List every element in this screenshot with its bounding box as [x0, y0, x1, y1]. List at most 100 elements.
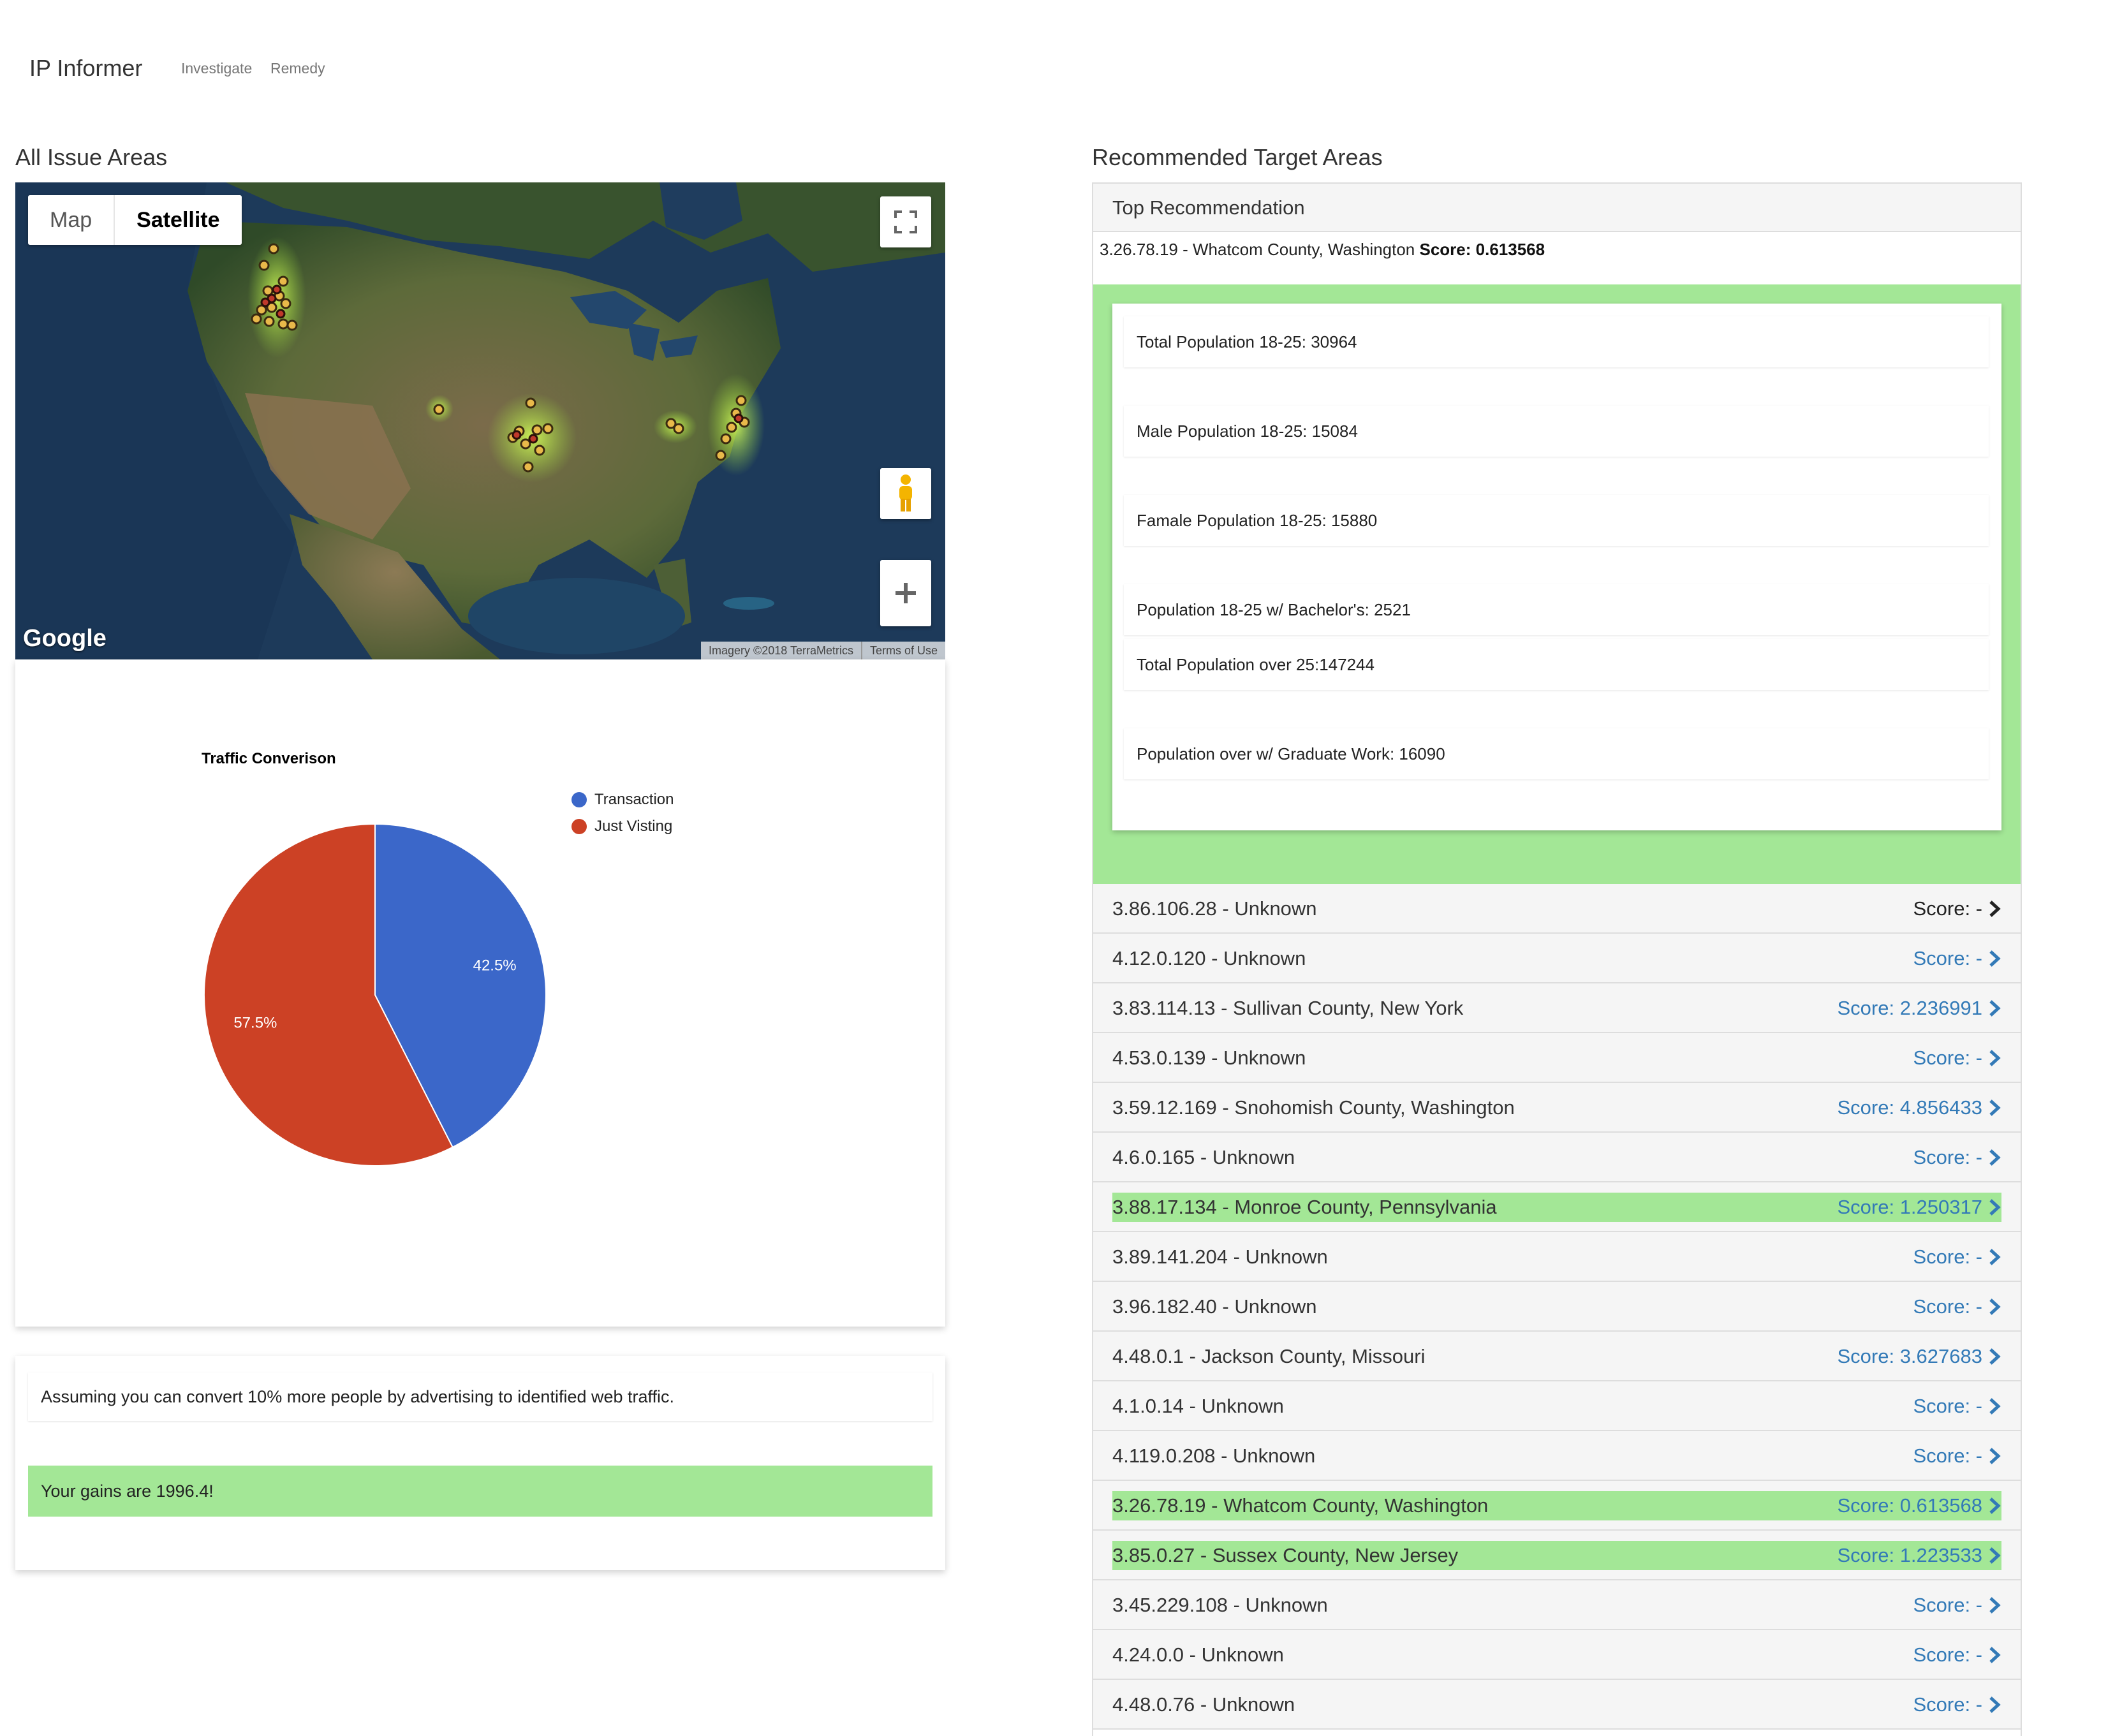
legend-label-transaction: Transaction [594, 791, 674, 808]
google-logo: Google [23, 625, 107, 652]
ip-row-score[interactable]: Score: - [1913, 1395, 2001, 1418]
map-type-map-button[interactable]: Map [28, 195, 114, 245]
ip-row-score[interactable]: Score: - [1913, 1644, 2001, 1666]
chevron-right-icon [1989, 1000, 2001, 1017]
ip-row-score[interactable]: Score: 1.223533 [1837, 1544, 2001, 1567]
ip-row-content: 4.12.0.120 - Unknown Score: - [1112, 944, 2001, 973]
zoom-in-button[interactable] [880, 560, 931, 626]
ip-row-score[interactable]: Score: - [1913, 1047, 2001, 1070]
ip-row-content: 3.96.182.40 - Unknown Score: - [1112, 1292, 2001, 1321]
conversion-assumption: Assuming you can convert 10% more people… [28, 1372, 932, 1421]
ip-row[interactable]: 4.53.0.139 - Unknown Score: - [1093, 1033, 2021, 1083]
chevron-right-icon [1989, 1348, 2001, 1365]
ip-row-content: 4.6.0.165 - Unknown Score: - [1112, 1143, 2001, 1172]
ip-row-score-text: Score: - [1913, 1295, 1982, 1318]
issue-areas-title: All Issue Areas [15, 144, 168, 170]
ip-row-score-text: Score: - [1913, 1146, 1982, 1168]
fullscreen-button[interactable] [880, 196, 931, 247]
ip-row-score-text: Score: - [1913, 897, 1982, 920]
ip-row[interactable]: 3.88.17.134 - Monroe County, Pennsylvani… [1093, 1182, 2021, 1232]
chevron-right-icon [1989, 1050, 2001, 1066]
ip-row[interactable]: 3.96.182.40 - Unknown Score: - [1093, 1282, 2021, 1332]
stat-bachelors-population: Population 18-25 w/ Bachelor's: 2521 [1124, 584, 1989, 635]
ip-row-score-text: Score: - [1913, 1445, 1982, 1467]
ip-row-label: 3.26.78.19 - Whatcom County, Washington [1112, 1494, 1489, 1517]
gains-card: Assuming you can convert 10% more people… [15, 1356, 945, 1570]
ip-row-content: 3.59.12.169 - Snohomish County, Washingt… [1112, 1093, 2001, 1122]
legend-swatch-just-visiting [571, 819, 587, 834]
ip-row[interactable]: 3.45.229.108 - Unknown Score: - [1093, 1580, 2021, 1630]
ip-row-label: 3.85.0.27 - Sussex County, New Jersey [1112, 1544, 1459, 1566]
street-view-button[interactable] [880, 468, 931, 519]
ip-row-score[interactable]: Score: - [1913, 947, 2001, 970]
target-areas-title: Recommended Target Areas [1092, 144, 1383, 170]
ip-row[interactable]: 4.6.0.165 - Unknown Score: - [1093, 1133, 2021, 1182]
ip-row[interactable]: 4.119.0.208 - Unknown Score: - [1093, 1431, 2021, 1481]
chevron-right-icon [1989, 1448, 2001, 1464]
stat-graduate-population: Population over w/ Graduate Work: 16090 [1124, 728, 1989, 779]
ip-row[interactable]: 4.48.0.76 - Unknown Score: - [1093, 1680, 2021, 1730]
ip-row-score[interactable]: Score: - [1913, 897, 2001, 920]
ip-row-score[interactable]: Score: - [1913, 1146, 2001, 1169]
ip-row-score-text: Score: 1.223533 [1837, 1544, 1982, 1566]
ip-row-label: 3.89.141.204 - Unknown [1112, 1246, 1328, 1268]
ip-row-score[interactable]: Score: - [1913, 1594, 2001, 1617]
ip-row-content: 3.26.78.19 - Whatcom County, Washington S… [1112, 1491, 2001, 1520]
chevron-right-icon [1989, 1547, 2001, 1564]
pegman-icon [899, 474, 912, 511]
ip-row-score-text: Score: - [1913, 1644, 1982, 1666]
ip-row-score[interactable]: Score: - [1913, 1693, 2001, 1716]
ip-row[interactable]: 3.83.114.13 - Sullivan County, New York S… [1093, 983, 2021, 1033]
ip-row-score-text: Score: 0.613568 [1837, 1494, 1982, 1517]
ip-row[interactable]: 4.24.0.0 - Unknown Score: - [1093, 1630, 2021, 1680]
ip-row-content: 4.48.0.76 - Unknown Score: - [1112, 1690, 2001, 1719]
ip-row-score[interactable]: Score: 2.236991 [1837, 997, 2001, 1020]
ip-row-content: 4.1.0.14 - Unknown Score: - [1112, 1392, 2001, 1421]
ip-row-content: 3.89.141.204 - Unknown Score: - [1112, 1242, 2001, 1272]
ip-row[interactable]: 3.86.106.28 - Unknown Score: - [1093, 884, 2021, 934]
ip-row-score-text: Score: 3.627683 [1837, 1345, 1982, 1367]
nav-link-remedy[interactable]: Remedy [270, 60, 325, 77]
map-type-satellite-button[interactable]: Satellite [115, 195, 241, 245]
ip-row-score[interactable]: Score: 1.250317 [1837, 1196, 2001, 1219]
ip-row[interactable]: 3.26.78.19 - Whatcom County, Washington S… [1093, 1481, 2021, 1531]
chevron-right-icon [1989, 1100, 2001, 1116]
ip-row-score-text: Score: - [1913, 1047, 1982, 1069]
map-attribution: Imagery ©2018 TerraMetrics Terms of Use [700, 642, 945, 659]
ip-row-score[interactable]: Score: 4.856433 [1837, 1096, 2001, 1119]
chevron-right-icon [1989, 1597, 2001, 1614]
ip-row[interactable]: 3.89.141.204 - Unknown Score: - [1093, 1232, 2021, 1282]
ip-row-score[interactable]: Score: - [1913, 1295, 2001, 1318]
chevron-right-icon [1989, 1298, 2001, 1315]
ip-row[interactable]: 4.1.0.14 - Unknown Score: - [1093, 1381, 2021, 1431]
ip-row-label: 3.96.182.40 - Unknown [1112, 1295, 1317, 1318]
ip-row-score-text: Score: - [1913, 1594, 1982, 1616]
ip-row-content: 4.48.0.1 - Jackson County, Missouri Score… [1112, 1342, 2001, 1371]
top-recommendation-header: Top Recommendation [1093, 184, 2021, 232]
ip-row-score-text: Score: 2.236991 [1837, 997, 1982, 1019]
gains-result: Your gains are 1996.4! [28, 1466, 932, 1517]
ip-row-score[interactable]: Score: 0.613568 [1837, 1494, 2001, 1517]
chevron-right-icon [1989, 1398, 2001, 1415]
ip-row-label: 3.59.12.169 - Snohomish County, Washingt… [1112, 1096, 1515, 1119]
ip-row-label: 4.12.0.120 - Unknown [1112, 947, 1306, 969]
legend-label-just-visiting: Just Visting [594, 818, 673, 835]
terms-link[interactable]: Terms of Use [862, 642, 945, 659]
issue-map[interactable]: Map Satellite Google Imagery ©2018 Terra… [15, 182, 945, 659]
ip-row[interactable]: 3.59.12.169 - Snohomish County, Washingt… [1093, 1083, 2021, 1133]
ip-row-score[interactable]: Score: 3.627683 [1837, 1345, 2001, 1368]
app-brand[interactable]: IP Informer [29, 55, 142, 82]
map-type-toggle: Map Satellite [28, 195, 242, 245]
ip-row-content: 3.88.17.134 - Monroe County, Pennsylvani… [1112, 1193, 2001, 1222]
ip-row-score[interactable]: Score: - [1913, 1246, 2001, 1269]
ip-row[interactable]: 3.85.0.27 - Sussex County, New Jersey Sco… [1093, 1531, 2021, 1580]
stat-male-population: Male Population 18-25: 15084 [1124, 406, 1989, 457]
legend-swatch-transaction [571, 792, 587, 807]
chart-title: Traffic Converison [202, 750, 336, 767]
pie-label-transaction: 42.5% [473, 957, 517, 974]
ip-row[interactable]: 4.12.0.120 - Unknown Score: - [1093, 934, 2021, 983]
ip-row[interactable]: 4.48.0.1 - Jackson County, Missouri Score… [1093, 1332, 2021, 1381]
nav-link-investigate[interactable]: Investigate [181, 60, 252, 77]
target-areas-panel: Top Recommendation 3.26.78.19 - Whatcom … [1092, 182, 2022, 1736]
ip-row-score[interactable]: Score: - [1913, 1445, 2001, 1468]
